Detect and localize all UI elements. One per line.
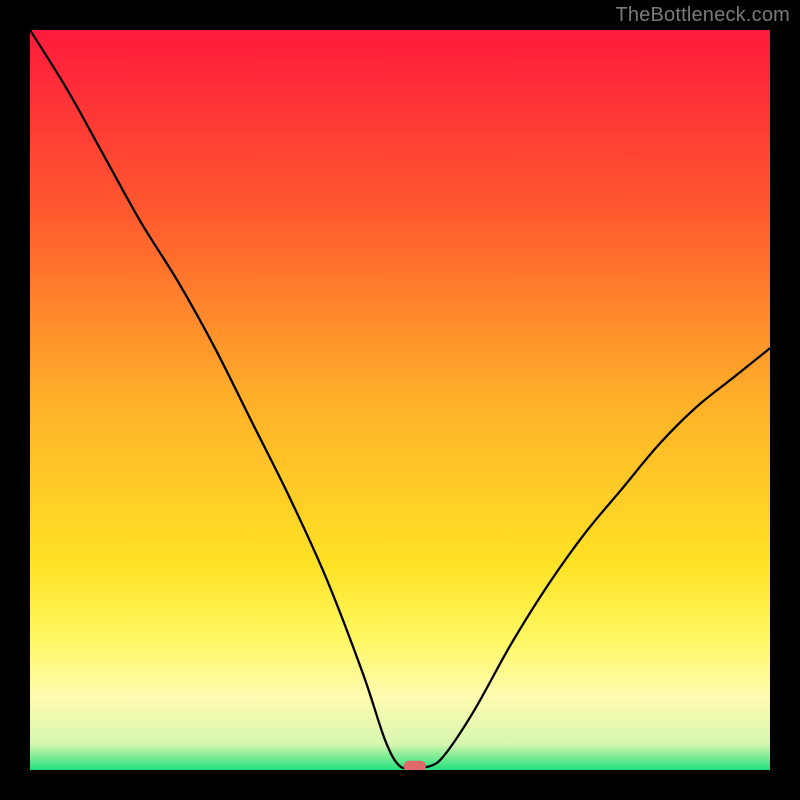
chart-frame: TheBottleneck.com [0,0,800,800]
chart-svg [30,30,770,770]
optimal-marker [404,761,426,770]
plot-area [30,30,770,770]
watermark-text: TheBottleneck.com [615,4,790,27]
gradient-background [30,30,770,770]
